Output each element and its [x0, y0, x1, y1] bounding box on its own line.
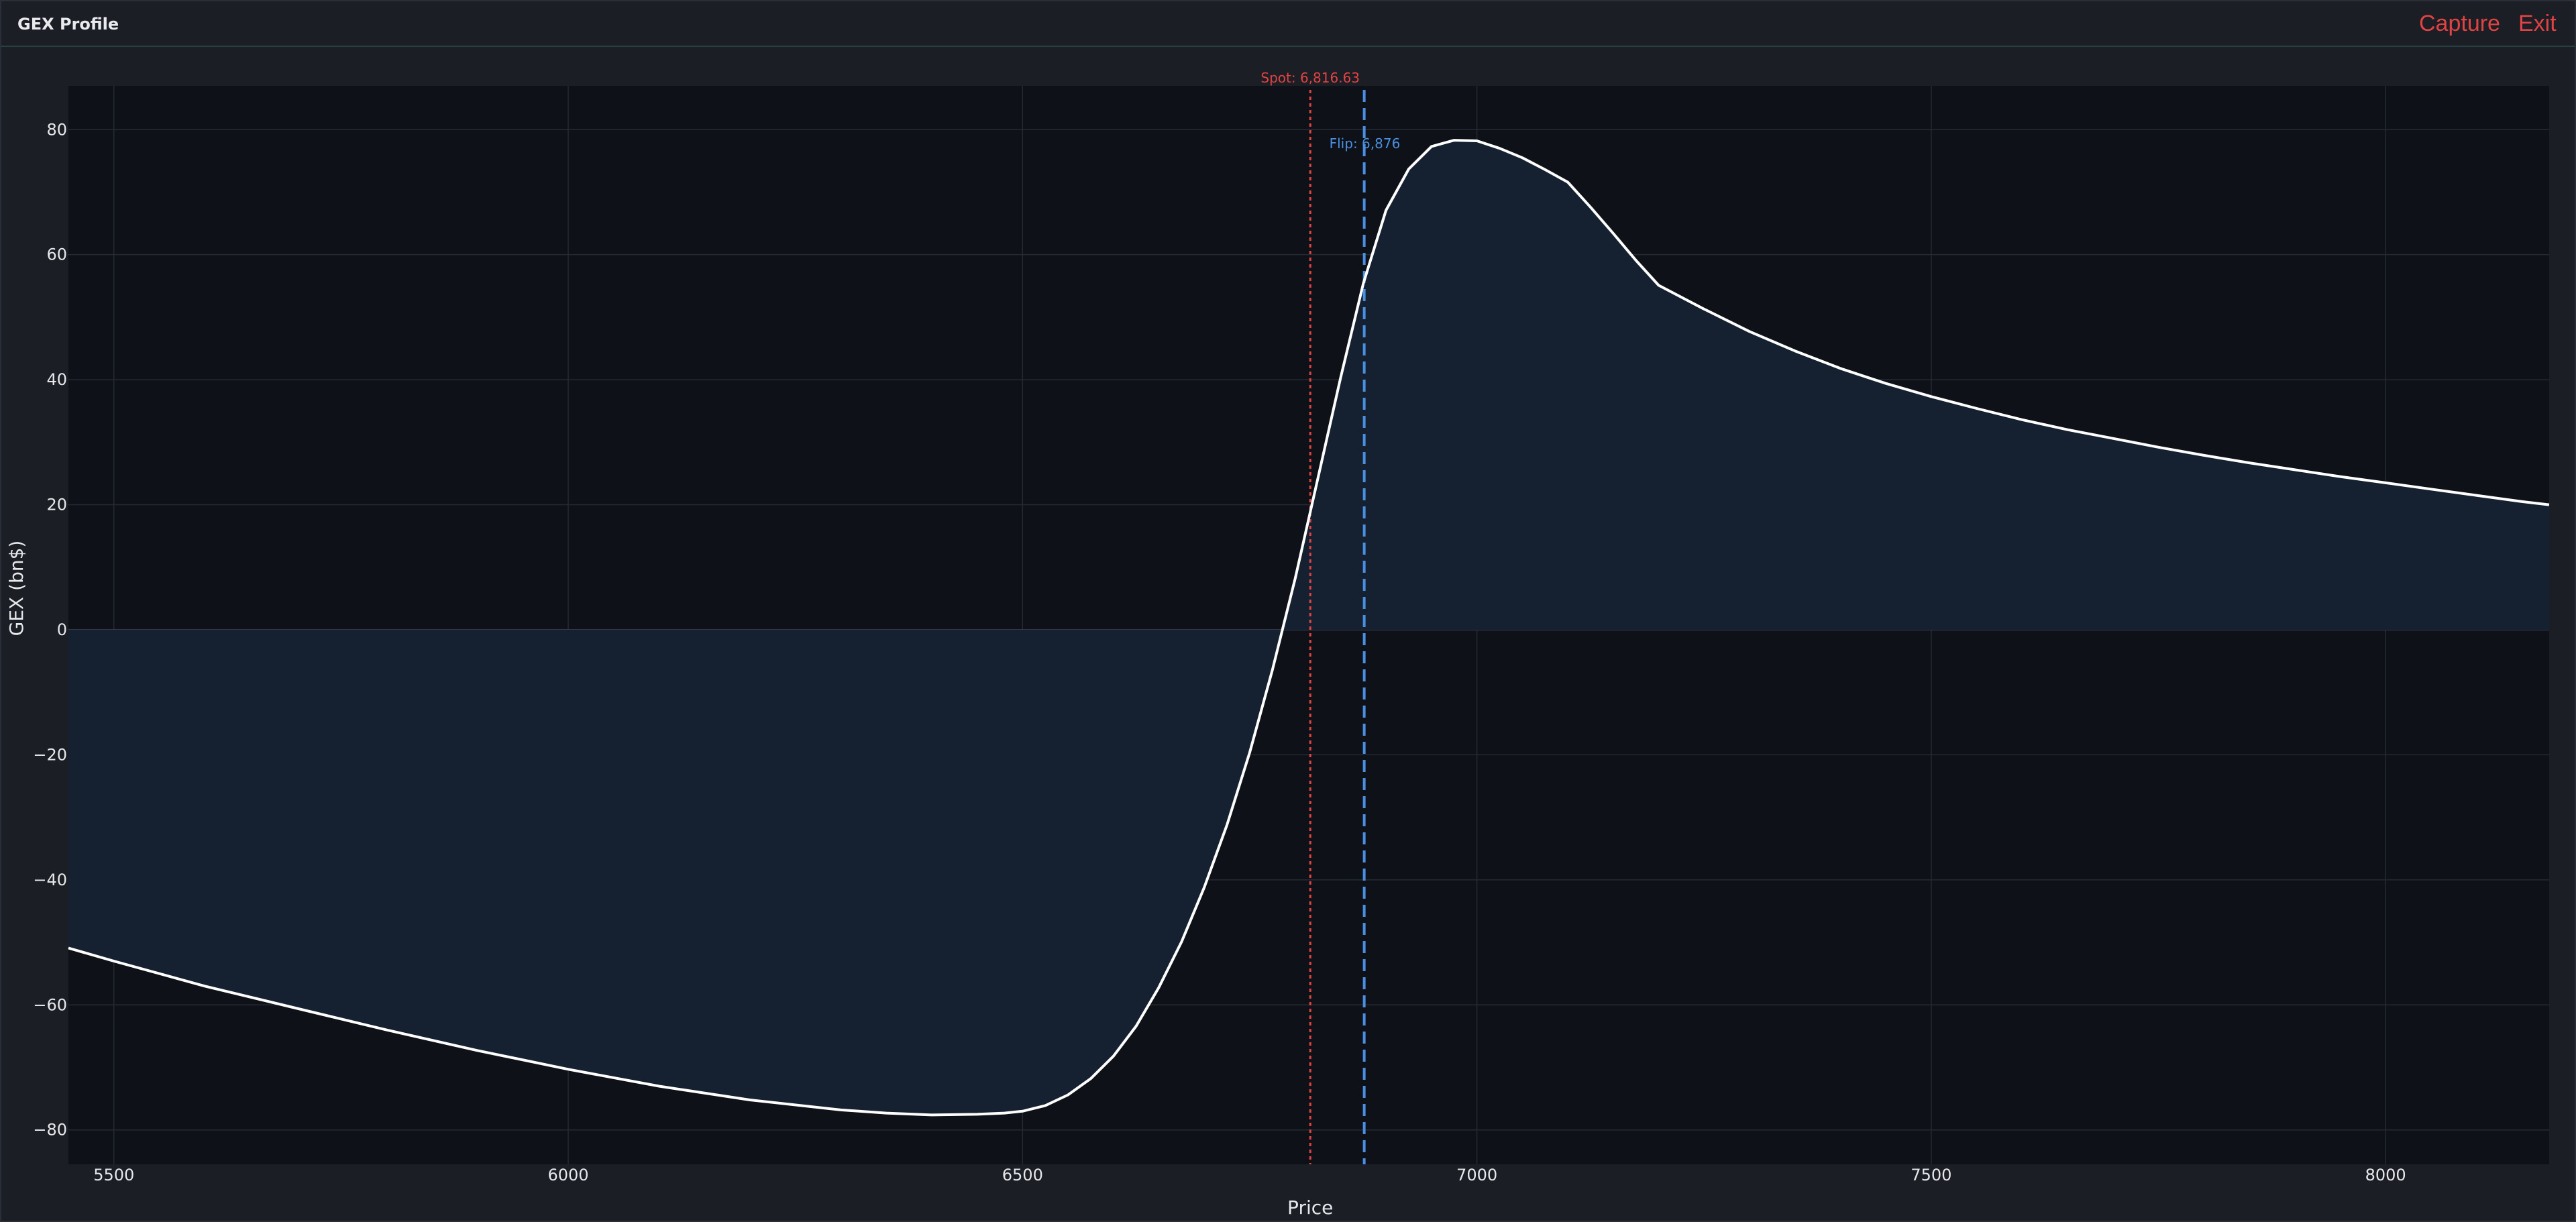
- y-axis-label: GEX (bn$): [5, 541, 28, 636]
- y-tick-label: 60: [46, 245, 67, 264]
- spot-label: Spot: 6,816.63: [1260, 70, 1360, 86]
- y-tick-label: −80: [33, 1121, 67, 1140]
- x-tick-label: 6000: [547, 1166, 588, 1184]
- gex-profile-window: GEX Profile Capture Exit Spot: 6,816.63 F…: [0, 0, 2576, 1222]
- y-tick-label: 80: [46, 120, 67, 139]
- y-tick-label: −20: [33, 745, 67, 764]
- x-tick-label: 6500: [1002, 1166, 1043, 1184]
- y-tick-label: −40: [33, 871, 67, 889]
- y-tick-label: 0: [57, 620, 67, 639]
- window-title: GEX Profile: [17, 15, 119, 34]
- y-tick-label: −60: [33, 995, 67, 1014]
- capture-button[interactable]: Capture: [2419, 11, 2500, 37]
- flip-label: Flip: 6,876: [1330, 135, 1401, 152]
- y-tick-label: 40: [46, 370, 67, 389]
- gex-chart: Spot: 6,816.63 Flip: 6,876 5500 6000 6500 70…: [5, 70, 2550, 1219]
- title-bar: GEX Profile Capture Exit: [1, 1, 2575, 47]
- exit-button[interactable]: Exit: [2518, 11, 2557, 37]
- x-axis-label: Price: [1287, 1197, 1333, 1219]
- x-tick-label: 8000: [2365, 1166, 2406, 1184]
- x-tick-label: 7500: [1911, 1166, 1951, 1184]
- y-tick-label: 20: [46, 496, 67, 514]
- x-tick-label: 7000: [1456, 1166, 1497, 1184]
- x-tick-label: 5500: [93, 1166, 134, 1184]
